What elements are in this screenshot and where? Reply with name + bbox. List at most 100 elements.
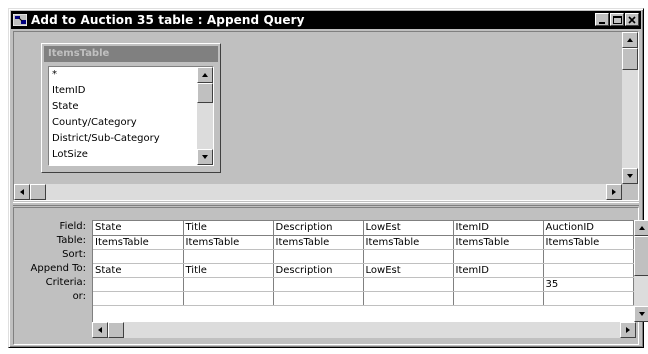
grid-cell[interactable]: [273, 249, 364, 264]
grid-cell[interactable]: [273, 277, 364, 292]
pane-splitter[interactable]: [13, 202, 639, 206]
arrow-down-icon: [202, 155, 208, 159]
field-list-item[interactable]: District/Sub-Category: [51, 131, 195, 147]
table-pane-hscrollbar[interactable]: [14, 184, 622, 200]
grid-cell[interactable]: ItemsTable: [453, 235, 544, 250]
table-pane[interactable]: ItemsTable * ItemID State County/Category Di…: [13, 31, 639, 201]
field-list-scroll-down-button[interactable]: [197, 149, 213, 165]
field-list-item[interactable]: State: [51, 99, 195, 115]
scroll-thumb[interactable]: [622, 48, 638, 70]
grid-cell[interactable]: [453, 291, 544, 306]
grid-cell[interactable]: [273, 291, 364, 306]
field-list-scrollbar[interactable]: [197, 67, 213, 165]
scroll-right-button[interactable]: [606, 184, 622, 200]
scroll-left-button[interactable]: [14, 184, 30, 200]
arrow-right-icon: [626, 327, 630, 333]
grid-scroll-left-button[interactable]: [92, 322, 108, 338]
grid-cell[interactable]: [183, 277, 274, 292]
grid-cell[interactable]: ItemsTable: [543, 235, 634, 250]
grid-row-label: Table:: [56, 235, 86, 246]
grid-row-sort: [93, 249, 634, 264]
grid-cell[interactable]: ItemID: [453, 221, 544, 236]
grid-row-criteria: 35: [93, 277, 634, 292]
grid-row-label: Criteria:: [45, 277, 86, 288]
arrow-left-icon: [20, 189, 24, 195]
grid-row-table: ItemsTable ItemsTable ItemsTable ItemsTable…: [93, 235, 634, 250]
field-list-item[interactable]: ItemID: [51, 83, 195, 99]
grid-cell[interactable]: AuctionID: [543, 221, 634, 236]
arrow-down-icon: [639, 312, 645, 316]
grid-cell[interactable]: ItemID: [453, 263, 544, 278]
grid-scroll-thumb-horizontal[interactable]: [108, 322, 124, 338]
grid-scroll-thumb[interactable]: [634, 236, 648, 276]
maximize-button[interactable]: [610, 13, 624, 26]
field-list-box[interactable]: * ItemID State County/Category District/Sub-…: [48, 66, 214, 166]
scroll-up-button[interactable]: [622, 32, 638, 48]
grid-cell[interactable]: [183, 249, 274, 264]
maximize-icon: [612, 15, 622, 24]
grid-cell[interactable]: ItemsTable: [363, 235, 454, 250]
grid-row-or: [93, 291, 634, 306]
grid-cell[interactable]: [363, 277, 454, 292]
grid-cell[interactable]: [93, 249, 184, 264]
grid-cell[interactable]: Title: [183, 263, 274, 278]
arrow-up-icon: [627, 38, 633, 42]
query-icon: [12, 13, 28, 27]
field-list-window[interactable]: ItemsTable * ItemID State County/Category Di…: [41, 43, 221, 173]
design-grid-pane: Field: Table: Sort: Append To: Criteria: or: …: [13, 207, 648, 345]
grid-row-field: State Title Description LowEst ItemID Auction…: [93, 221, 634, 236]
grid-cell[interactable]: [93, 277, 184, 292]
grid-cell[interactable]: [543, 263, 634, 278]
grid-row-label: Append To:: [30, 263, 86, 274]
grid-cell[interactable]: LowEst: [363, 221, 454, 236]
table-canvas[interactable]: ItemsTable * ItemID State County/Category Di…: [15, 33, 621, 183]
arrow-up-icon: [639, 226, 645, 230]
query-window: Add to Auction 35 table : Append Query I…: [8, 8, 648, 348]
grid-cell[interactable]: State: [93, 263, 184, 278]
arrow-down-icon: [627, 174, 633, 178]
grid-cell[interactable]: [543, 249, 634, 264]
title-bar[interactable]: Add to Auction 35 table : Append Query: [11, 11, 641, 29]
grid-cell[interactable]: State: [93, 221, 184, 236]
minimize-button[interactable]: [595, 13, 609, 26]
arrow-up-icon: [202, 73, 208, 77]
grid-scroll-up-button[interactable]: [634, 220, 648, 236]
field-list-scroll-up-button[interactable]: [197, 67, 213, 83]
design-grid[interactable]: State Title Description LowEst ItemID Auction…: [92, 220, 634, 322]
scroll-down-button[interactable]: [622, 168, 638, 184]
grid-cell[interactable]: Description: [273, 263, 364, 278]
arrow-right-icon: [612, 189, 616, 195]
grid-row-label: Field:: [59, 221, 86, 232]
grid-cell[interactable]: [363, 291, 454, 306]
field-list-item[interactable]: *: [51, 67, 195, 83]
grid-cell[interactable]: [363, 249, 454, 264]
close-button[interactable]: [625, 13, 639, 26]
field-list-scroll-thumb[interactable]: [197, 83, 213, 103]
scroll-corner: [622, 184, 638, 200]
grid-cell[interactable]: LowEst: [363, 263, 454, 278]
grid-cell[interactable]: [183, 291, 274, 306]
grid-cell[interactable]: Title: [183, 221, 274, 236]
grid-cell[interactable]: ItemsTable: [273, 235, 364, 250]
grid-cell[interactable]: [453, 277, 544, 292]
grid-cell[interactable]: [543, 291, 634, 306]
field-list-item[interactable]: LotSize: [51, 147, 195, 163]
grid-scroll-down-button[interactable]: [634, 306, 648, 322]
table-pane-vscrollbar[interactable]: [622, 32, 638, 184]
grid-scroll-right-button[interactable]: [620, 322, 636, 338]
window-title: Add to Auction 35 table : Append Query: [31, 13, 305, 27]
grid-vscrollbar[interactable]: [634, 220, 648, 322]
grid-cell[interactable]: ItemsTable: [183, 235, 274, 250]
field-list-item[interactable]: County/Category: [51, 115, 195, 131]
grid-cell[interactable]: Description: [273, 221, 364, 236]
grid-cell[interactable]: 35: [543, 277, 634, 292]
scroll-thumb-horizontal[interactable]: [30, 184, 46, 200]
grid-row-label: Sort:: [62, 249, 86, 260]
grid-cell[interactable]: [93, 291, 184, 306]
close-icon: [628, 15, 636, 24]
minimize-icon: [599, 21, 605, 24]
grid-hscrollbar[interactable]: [92, 322, 636, 338]
grid-cell[interactable]: [453, 249, 544, 264]
field-list-title[interactable]: ItemsTable: [44, 46, 218, 62]
grid-cell[interactable]: ItemsTable: [93, 235, 184, 250]
